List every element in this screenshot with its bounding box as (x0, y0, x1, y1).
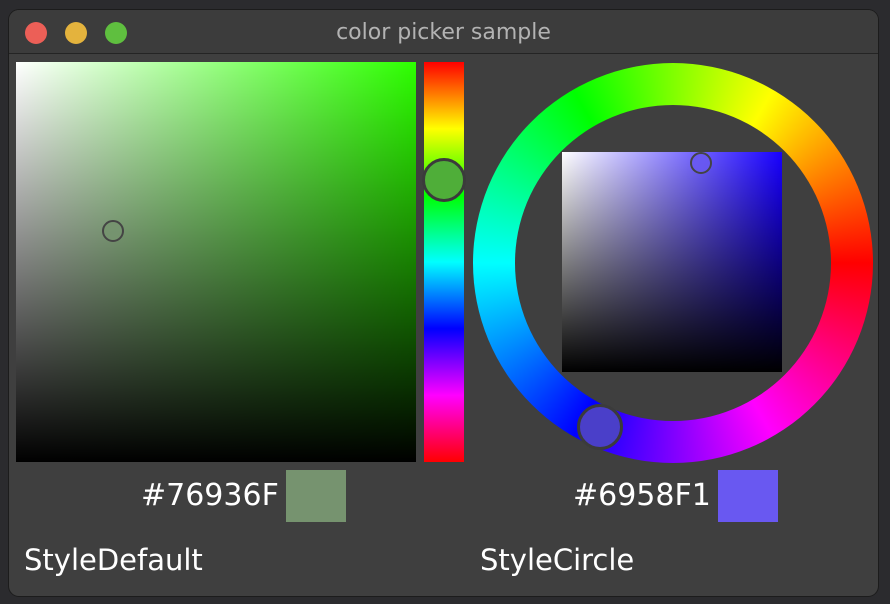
circle-saturation-value-area[interactable] (562, 152, 782, 372)
window-title: color picker sample (336, 20, 551, 45)
circle-hex-value: #6958F1 (573, 478, 711, 513)
default-hex-value: #76936F (141, 478, 279, 513)
circle-saturation-value-handle[interactable] (690, 152, 712, 174)
style-default-label: StyleDefault (24, 543, 203, 577)
circle-color-swatch (718, 470, 778, 522)
hue-wheel-handle[interactable] (577, 404, 623, 450)
hue-slider-handle[interactable] (422, 158, 466, 202)
style-circle-label: StyleCircle (480, 543, 635, 577)
hue-wheel[interactable] (473, 63, 873, 463)
title-bar[interactable]: color picker sample (9, 10, 878, 54)
saturation-value-handle[interactable] (102, 220, 124, 242)
app-window: color picker sample #76936F #6958F1 Styl… (9, 10, 878, 596)
hue-slider[interactable] (422, 62, 466, 462)
default-color-swatch (286, 470, 346, 522)
saturation-value-area[interactable] (16, 62, 416, 462)
